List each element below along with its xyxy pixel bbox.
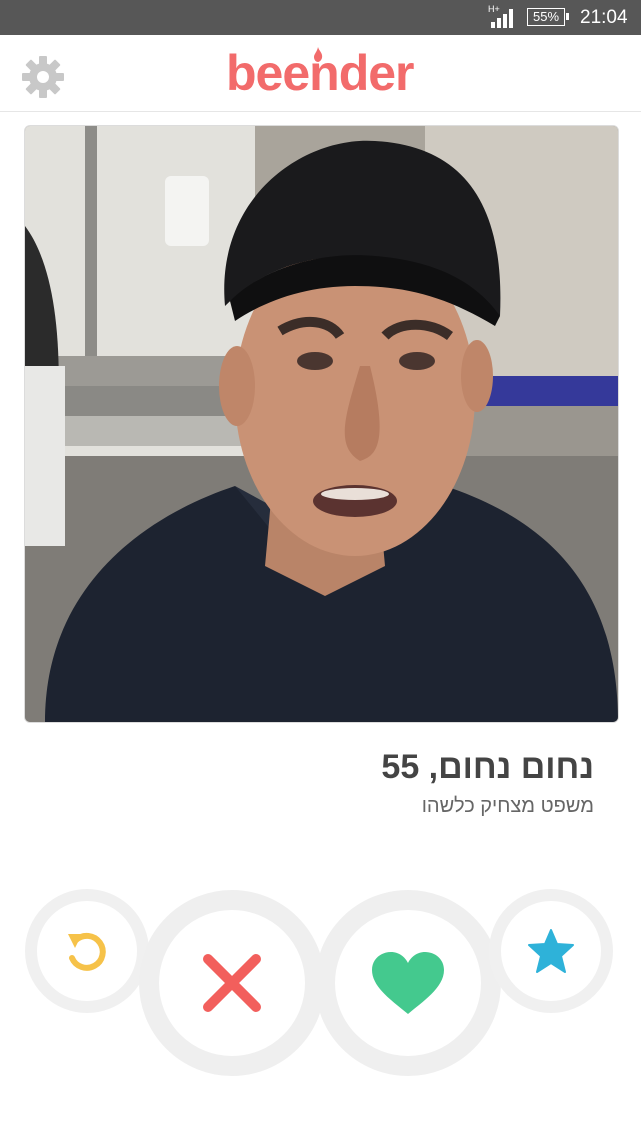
- dislike-button[interactable]: [139, 890, 325, 1076]
- signal-icon: [491, 9, 513, 28]
- super-like-button[interactable]: [489, 889, 613, 1013]
- profile-bio: משפט מצחיק כלשהו: [421, 795, 594, 817]
- profile-card[interactable]: [24, 125, 619, 723]
- heart-icon: [372, 952, 444, 1014]
- like-button[interactable]: [315, 890, 501, 1076]
- status-bar: H+ 55% 21:04: [0, 0, 641, 35]
- battery-indicator: 55%: [527, 8, 569, 26]
- rewind-button[interactable]: [25, 889, 149, 1013]
- gear-icon[interactable]: [20, 54, 66, 100]
- close-icon: [203, 954, 261, 1012]
- profile-name-age: נחום נחום, 55: [381, 748, 594, 786]
- app-logo: beender: [226, 45, 436, 101]
- app-header: beender: [0, 35, 641, 112]
- clock: 21:04: [580, 7, 628, 28]
- flame-icon: [314, 47, 323, 62]
- star-icon: [528, 929, 574, 973]
- profile-photo: [25, 126, 618, 722]
- battery-level: 55%: [532, 9, 560, 24]
- undo-icon: [68, 932, 106, 971]
